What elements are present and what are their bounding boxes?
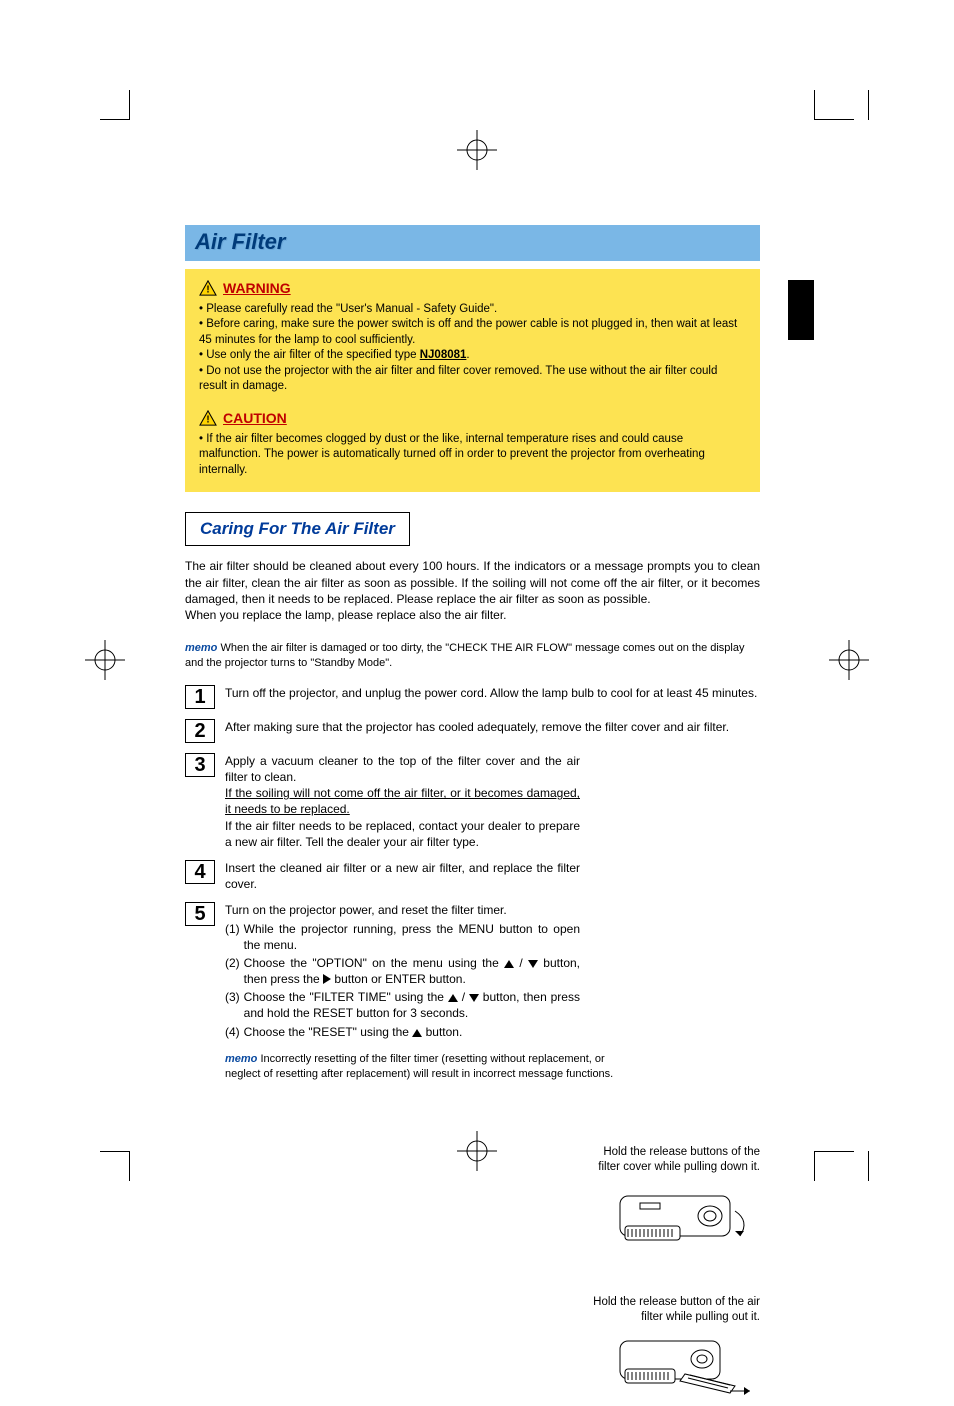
crop-mark-bl xyxy=(100,1151,130,1181)
substep-text: Choose the "RESET" using the button. xyxy=(244,1024,580,1040)
section-title: Air Filter xyxy=(185,225,760,261)
warning-label: WARNING xyxy=(223,279,291,298)
step-number: 2 xyxy=(185,719,215,743)
crop-mark-tl xyxy=(100,90,130,120)
memo-note-2: memo Incorrectly resetting of the filter… xyxy=(225,1052,625,1082)
svg-text:!: ! xyxy=(206,415,209,426)
caution-label: CAUTION xyxy=(223,409,287,428)
memo-label: memo xyxy=(185,642,217,654)
subsection-title: Caring For The Air Filter xyxy=(185,512,410,546)
intro-paragraph: The air filter should be cleaned about e… xyxy=(185,558,760,623)
registration-mark-right xyxy=(829,640,869,680)
projector-illustration-icon xyxy=(610,1181,760,1251)
crop-mark-tr xyxy=(814,90,854,120)
caution-heading: ! CAUTION xyxy=(199,409,746,428)
projector-illustration-icon xyxy=(610,1331,760,1401)
warning-part-number: NJ08081 xyxy=(420,349,467,361)
step-number: 3 xyxy=(185,753,215,777)
down-arrow-icon xyxy=(469,994,479,1002)
substep-2: (2) Choose the "OPTION" on the menu usin… xyxy=(225,955,580,987)
substep-text: While the projector running, press the M… xyxy=(244,921,580,953)
registration-mark-left xyxy=(85,640,125,680)
substep-text: Choose the "FILTER TIME" using the / but… xyxy=(244,989,580,1021)
step-5: 5 Turn on the projector power, and reset… xyxy=(185,902,760,1042)
substep-number: (4) xyxy=(225,1024,240,1040)
figure-filter-cover: Hold the release buttons of the filter c… xyxy=(590,1145,760,1256)
step5-lead: Turn on the projector power, and reset t… xyxy=(225,903,507,917)
down-arrow-icon xyxy=(528,960,538,968)
memo-note-1: memo When the air filter is damaged or t… xyxy=(185,641,760,671)
step-number: 1 xyxy=(185,685,215,709)
registration-mark-bottom xyxy=(457,1131,497,1171)
caution-text: • If the air filter becomes clogged by d… xyxy=(199,432,746,479)
figure-caption: Hold the release buttons of the filter c… xyxy=(590,1145,760,1175)
admonition-box: ! WARNING • Please carefully read the "U… xyxy=(185,269,760,492)
right-arrow-icon xyxy=(323,974,331,984)
registration-mark-top xyxy=(457,130,497,170)
memo-label: memo xyxy=(225,1053,257,1065)
step-1: 1 Turn off the projector, and unplug the… xyxy=(185,685,760,709)
step-text: Apply a vacuum cleaner to the top of the… xyxy=(225,753,580,850)
substep-number: (3) xyxy=(225,989,240,1021)
step-number: 5 xyxy=(185,902,215,926)
step3-line-c: If the air filter needs to be replaced, … xyxy=(225,819,580,849)
figure-air-filter: Hold the release button of the air filte… xyxy=(590,1295,760,1406)
up-arrow-icon xyxy=(448,994,458,1002)
warning-triangle-icon: ! xyxy=(199,280,217,296)
step-2: 2 After making sure that the projector h… xyxy=(185,719,760,743)
crop-mark-br xyxy=(814,1151,854,1181)
step-number: 4 xyxy=(185,860,215,884)
memo-text: When the air filter is damaged or too di… xyxy=(185,642,744,669)
step-text: Turn on the projector power, and reset t… xyxy=(225,902,580,1042)
svg-text:!: ! xyxy=(206,285,209,296)
figure-caption: Hold the release button of the air filte… xyxy=(590,1295,760,1325)
page-content: Air Filter ! WARNING • Please carefully … xyxy=(185,225,760,1082)
substeps: (1) While the projector running, press t… xyxy=(225,921,580,1040)
steps-list: 1 Turn off the projector, and unplug the… xyxy=(185,685,760,1042)
step-4: 4 Insert the cleaned air filter or a new… xyxy=(185,860,760,892)
warning-text: • Please carefully read the "User's Manu… xyxy=(199,302,746,395)
step3-line-b: If the soiling will not come off the air… xyxy=(225,786,580,816)
step3-line-a: Apply a vacuum cleaner to the top of the… xyxy=(225,754,580,784)
caution-triangle-icon: ! xyxy=(199,410,217,426)
step-text: After making sure that the projector has… xyxy=(225,719,760,743)
up-arrow-icon xyxy=(412,1029,422,1037)
page-edge-tab xyxy=(788,280,814,340)
substep-number: (2) xyxy=(225,955,240,987)
step-3: 3 Apply a vacuum cleaner to the top of t… xyxy=(185,753,760,850)
up-arrow-icon xyxy=(504,960,514,968)
memo-text: Incorrectly resetting of the filter time… xyxy=(225,1053,613,1080)
substep-number: (1) xyxy=(225,921,240,953)
substep-1: (1) While the projector running, press t… xyxy=(225,921,580,953)
step-text: Turn off the projector, and unplug the p… xyxy=(225,685,760,709)
warning-heading: ! WARNING xyxy=(199,279,746,298)
step-text: Insert the cleaned air filter or a new a… xyxy=(225,860,580,892)
substep-3: (3) Choose the "FILTER TIME" using the /… xyxy=(225,989,580,1021)
substep-text: Choose the "OPTION" on the menu using th… xyxy=(244,955,580,987)
substep-4: (4) Choose the "RESET" using the button. xyxy=(225,1024,580,1040)
